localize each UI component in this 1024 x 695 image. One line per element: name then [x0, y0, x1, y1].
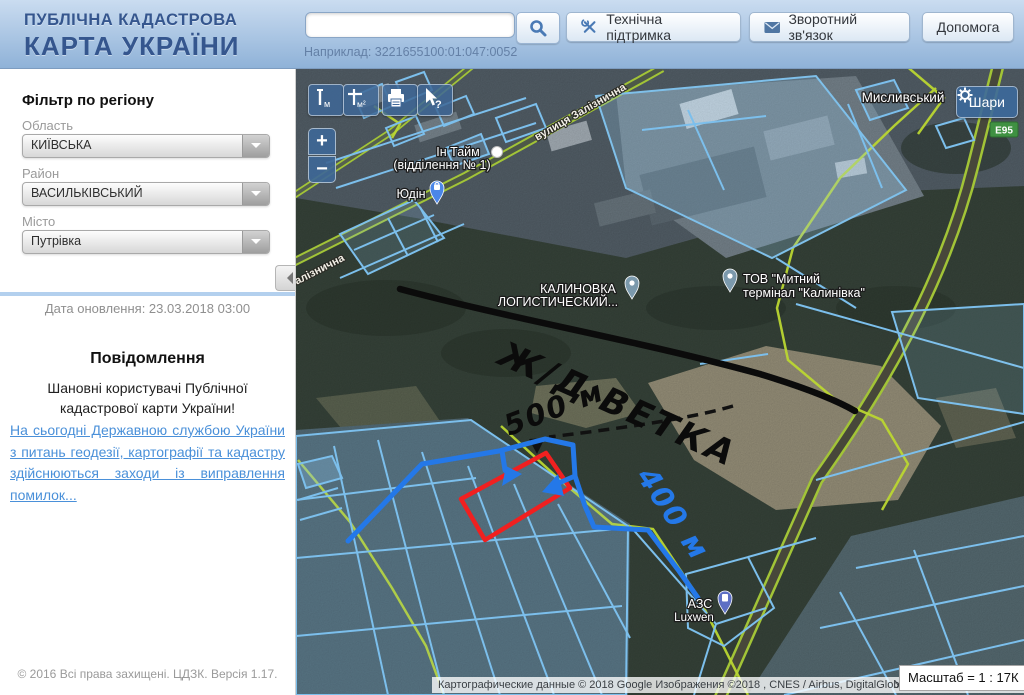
measure-length-icon: м [309, 85, 335, 111]
sidebar-divider [0, 292, 295, 296]
oblast-label: Область [22, 118, 73, 133]
help-label: Допомога [937, 19, 1000, 35]
label-terminal-2: термінал "Калинівка" [743, 286, 865, 300]
label-azs-brand: Luxwen [674, 612, 714, 624]
help-cursor-icon: ? [418, 85, 444, 111]
sidebar-collapse-button[interactable] [275, 265, 295, 291]
poi-circle-intime-icon [492, 147, 503, 158]
app-logo: ПУБЛІЧНА КАДАСТРОВА КАРТА УКРАЇНИ [24, 11, 239, 62]
message-greeting: Шановні користувачі Публічної кадастрово… [24, 378, 271, 419]
road-badge-e95: Е95 [990, 122, 1018, 137]
label-terminal-1: ТОВ "Митний [743, 272, 820, 286]
print-button[interactable] [382, 84, 418, 116]
layers-label: Шари [969, 94, 1005, 110]
search-icon [528, 18, 548, 38]
feedback-label: Зворотний зв'язок [788, 11, 895, 43]
svg-text:?: ? [435, 99, 442, 111]
dropdown-arrow-icon[interactable] [242, 183, 269, 205]
road-badge-text: Е95 [995, 126, 1013, 137]
label-azs: АЗС [688, 597, 713, 611]
zoom-in-button[interactable]: + [308, 128, 336, 155]
logo-line2: КАРТА УКРАЇНИ [24, 31, 239, 62]
label-intime-2: (відділення № 1) [393, 158, 490, 172]
label-myslyvskyi: Мисливський [862, 90, 945, 105]
message-link[interactable]: На сьогодні Державною службою України з … [10, 420, 285, 507]
filter-title: Фільтр по регіону [22, 92, 154, 109]
map-container: Ж/Д ВЕТКА 500 м 400 м [296, 68, 1024, 695]
header: ПУБЛІЧНА КАДАСТРОВА КАРТА УКРАЇНИ Наприк… [0, 0, 1024, 69]
label-kalynovka-2: ЛОГИСТИЧЕСКИЙ... [498, 294, 618, 309]
layers-button[interactable]: Шари [956, 86, 1018, 118]
oblast-select[interactable]: КИЇВСЬКА [22, 134, 270, 158]
search-button[interactable] [516, 12, 560, 44]
search-hint: Наприклад: 3221655100:01:047:0052 [304, 45, 517, 59]
svg-text:м²: м² [357, 99, 366, 109]
measure-length-button[interactable]: м [308, 84, 344, 116]
attribution-text: Картографические данные © 2018 Google Из… [438, 679, 906, 691]
misto-label: Місто [22, 214, 55, 229]
raion-label: Район [22, 166, 59, 181]
oblast-value: КИЇВСЬКА [31, 138, 92, 152]
copyright: © 2016 Всі права захищені. ЦДЗК. Версія … [0, 667, 295, 681]
gear-icon [957, 87, 973, 103]
tech-support-label: Технічна підтримка [606, 11, 726, 43]
map-canvas[interactable]: Ж/Д ВЕТКА 500 м 400 м [296, 68, 1024, 695]
envelope-icon [764, 21, 780, 34]
scale-indicator: Масштаб = 1 : 17К [899, 665, 1024, 691]
label-intime-1: Ін Тайм [436, 145, 479, 159]
label-yudin: Юдін [396, 187, 425, 201]
feedback-button[interactable]: Зворотний зв'язок [749, 12, 910, 42]
sidebar: Фільтр по регіону Область КИЇВСЬКА Район… [0, 68, 296, 695]
logo-line1: ПУБЛІЧНА КАДАСТРОВА [24, 11, 239, 30]
svg-text:м: м [324, 99, 330, 109]
dropdown-arrow-icon[interactable] [242, 231, 269, 253]
tools-icon [581, 18, 598, 36]
zoom-control: + − [308, 128, 336, 183]
measure-area-button[interactable]: м² [343, 84, 379, 116]
tech-support-button[interactable]: Технічна підтримка [566, 12, 741, 42]
update-date: Дата оновлення: 23.03.2018 03:00 [0, 301, 295, 316]
message-title: Повідомлення [0, 350, 295, 368]
search-input[interactable] [305, 12, 515, 38]
misto-value: Путрівка [31, 234, 81, 248]
misto-select[interactable]: Путрівка [22, 230, 270, 254]
raion-select[interactable]: ВАСИЛЬКІВСЬКИЙ [22, 182, 270, 206]
print-icon [383, 85, 409, 111]
zoom-out-button[interactable]: − [308, 156, 336, 183]
raion-value: ВАСИЛЬКІВСЬКИЙ [31, 186, 143, 200]
measure-area-icon: м² [344, 85, 370, 111]
help-button[interactable]: Допомога [922, 12, 1014, 42]
dropdown-arrow-icon[interactable] [242, 135, 269, 157]
map-help-button[interactable]: ? [417, 84, 453, 116]
label-kalynovka-1: КАЛИНОВКА [540, 282, 616, 296]
